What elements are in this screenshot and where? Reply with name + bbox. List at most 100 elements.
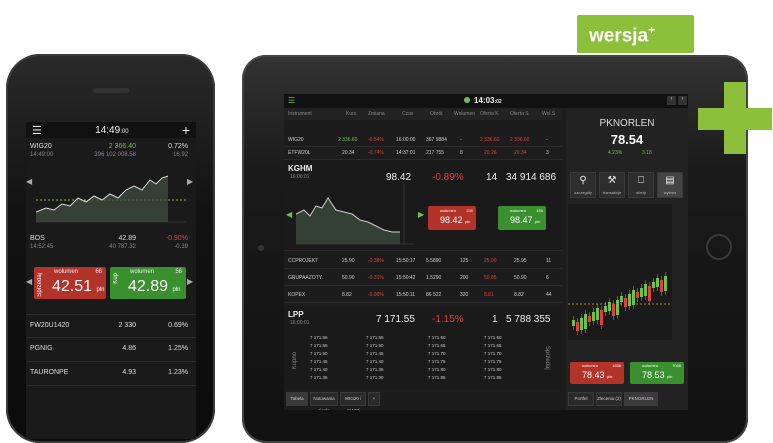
detail-change-pct: 4.23% [608,150,623,156]
order-book: 7 171.56 7 171.55 7 171.50 7 171.45 7 171.40… [310,335,502,380]
candle [624,298,627,307]
col-oferta-s[interactable]: Oferta S [510,111,529,117]
col-instrument[interactable]: Instrument [288,111,312,117]
transactions-button[interactable]: ⚒ transakcje [599,172,625,198]
instrument-price: 7 171.55 [376,314,415,325]
candle [608,302,611,311]
intraday-chart [296,184,414,245]
candle [628,294,631,306]
add-tab-icon[interactable]: + [368,392,380,406]
candle [580,318,583,330]
chevron-left-icon[interactable]: ◀ [286,210,292,219]
status-dot-icon [464,97,470,103]
candle [596,308,599,320]
candle [660,280,663,292]
col-czas[interactable]: Czas [402,111,413,117]
tab-portfel[interactable]: Portfel [568,392,594,406]
col-oferta-k[interactable]: Oferta K [480,111,499,117]
tablet-topbar: ☰ 14:03:02 ‹ › [284,94,688,108]
buy-order-button[interactable]: wolumen 7046 78.53 pln [630,362,684,384]
candle [652,282,655,288]
phone-header: ☰ 14:49:00 + [26,122,196,138]
plus-decoration [698,108,772,130]
chevron-left-icon[interactable]: ◀ [26,277,32,286]
candle [664,276,667,291]
index-row[interactable]: WIG20 2 366.40 0.72% 14:49:00 396 102 00… [26,140,196,162]
col-wol-s[interactable]: Wol.S [542,111,555,117]
candlestick-chart [568,204,672,340]
tab-zlecenia[interactable]: Zlecenia (2) [596,392,622,406]
version-badge-text: wersja+ [589,23,656,47]
chevron-right-icon[interactable]: ▶ [187,177,193,186]
detail-change: 3.18 [642,150,652,156]
chart-button[interactable]: ▤ wykres [657,172,683,198]
tab-tabela[interactable]: Tabela [286,392,308,406]
details-button[interactable]: ⚲ szczegóły [570,172,596,198]
candle [644,284,647,296]
table-row[interactable]: ETFW20L 20.34 -0.74% 14:37:01 217 755 8 … [284,146,562,160]
candle [612,304,615,316]
table-row[interactable]: WIG20 2 336.60 -0.54% 16:00:00 367 9884 … [284,133,562,147]
candle [656,278,659,287]
sell-order-button[interactable]: wolumen 1838 78.43 pln [570,362,624,384]
sell-order-button[interactable]: Sprzedaj wolumen 66 42.51 pln [34,267,106,299]
detail-instrument-name: PKNORLEN [599,118,655,129]
chevron-left-icon[interactable]: ◀ [26,177,32,186]
offers-button[interactable]: ⎕ oferty [628,172,654,198]
candle [648,286,651,301]
table-header: Instrument Kurs Zmiana Czas Obrót Wolume… [284,108,562,120]
tablet-camera [258,245,264,251]
plus-icon[interactable]: + [182,122,190,138]
tab-wig20[interactable]: WIG20 i mWIG [340,392,366,410]
candle [584,314,587,329]
col-wolumen[interactable]: Wolumen [454,111,475,117]
list-item[interactable]: FW20U1420 2 330 0.69% [26,314,196,338]
instrument-name: KGHM [288,164,313,173]
buy-side-label: Kupno [292,352,298,370]
candle [592,312,595,321]
expanded-instrument-kghm[interactable]: KGHM 16:00:01 98.42 -0.89% 14 34 914 686… [284,160,562,251]
col-kurs[interactable]: Kurs [346,111,356,117]
col-obrot[interactable]: Obrót [430,111,443,117]
tablet-screen: ☰ 14:03:02 ‹ › Instrument Kurs Zmiana Cz… [284,94,688,410]
table-row[interactable]: KOPEX 8.82 -0.90% 15:50:11 86 522 320 8.… [284,286,562,303]
instrument-price: 98.42 [386,172,412,183]
instrument-name: LPP [288,310,304,319]
magnifier-icon: ⚲ [579,175,587,186]
tab-notowania[interactable]: Notowania ciągłe [310,392,338,410]
phone-screen: ☰ 14:49:00 + WIG20 2 366.40 0.72% 14:49:… [26,122,196,439]
candle [576,322,579,331]
stock-row[interactable]: BOS 42.89 -0.90% 14:52:45 40 787.32 -0.3… [26,232,196,256]
gavel-icon: ⚒ [607,175,617,186]
candle [604,306,607,312]
buy-order-button[interactable]: Kup wolumen 56 42.89 pln [110,267,186,299]
menu-icon[interactable]: ☰ [32,124,42,137]
expanded-instrument-lpp[interactable]: LPP 16:00:01 7 171.55 -1.15% 1 5 788 355… [284,306,562,390]
candle [636,292,639,298]
sell-order-button[interactable]: wolumen 230 98.42 pln [428,206,476,230]
next-icon[interactable]: › [678,96,687,105]
chevron-right-icon[interactable]: ▶ [187,277,193,286]
menu-icon[interactable]: ☰ [288,96,295,105]
chevron-right-icon[interactable]: ▶ [418,210,424,219]
phone-clock: 14:49:00 [95,124,129,136]
col-zmiana[interactable]: Zmiana [368,111,385,117]
prev-icon[interactable]: ‹ [667,96,676,105]
table-row[interactable]: CCPROJEKT 25.90 -0.38% 15:50:17 5.5890 1… [284,252,562,269]
tablet-home-button[interactable] [706,234,732,260]
candle [620,296,623,302]
instrument-detail-panel: PKNORLEN 78.54 4.23% 3.18 ⚲ szczegóły ⚒ tr… [566,108,688,410]
detail-price: 78.54 [610,132,644,147]
tab-pknorlen[interactable]: PKNORLEN [624,392,658,406]
candle [640,288,643,297]
index-chart [36,175,186,223]
phone-speaker [93,88,129,93]
list-item[interactable]: TAURONPE 4.93 1.23% [26,362,196,386]
buy-order-button[interactable]: wolumen 156 98.47 pln [498,206,546,230]
table-row[interactable]: GRUPAAZOTY 50.90 -0.31% 15:50:42 1.5290 … [284,269,562,286]
candle-icon: ⎕ [638,175,644,186]
instrument-change: -1.15% [432,314,464,325]
candle [588,316,591,322]
list-item[interactable]: PGNIG 4.86 1.25% [26,338,196,362]
candle [632,290,635,305]
